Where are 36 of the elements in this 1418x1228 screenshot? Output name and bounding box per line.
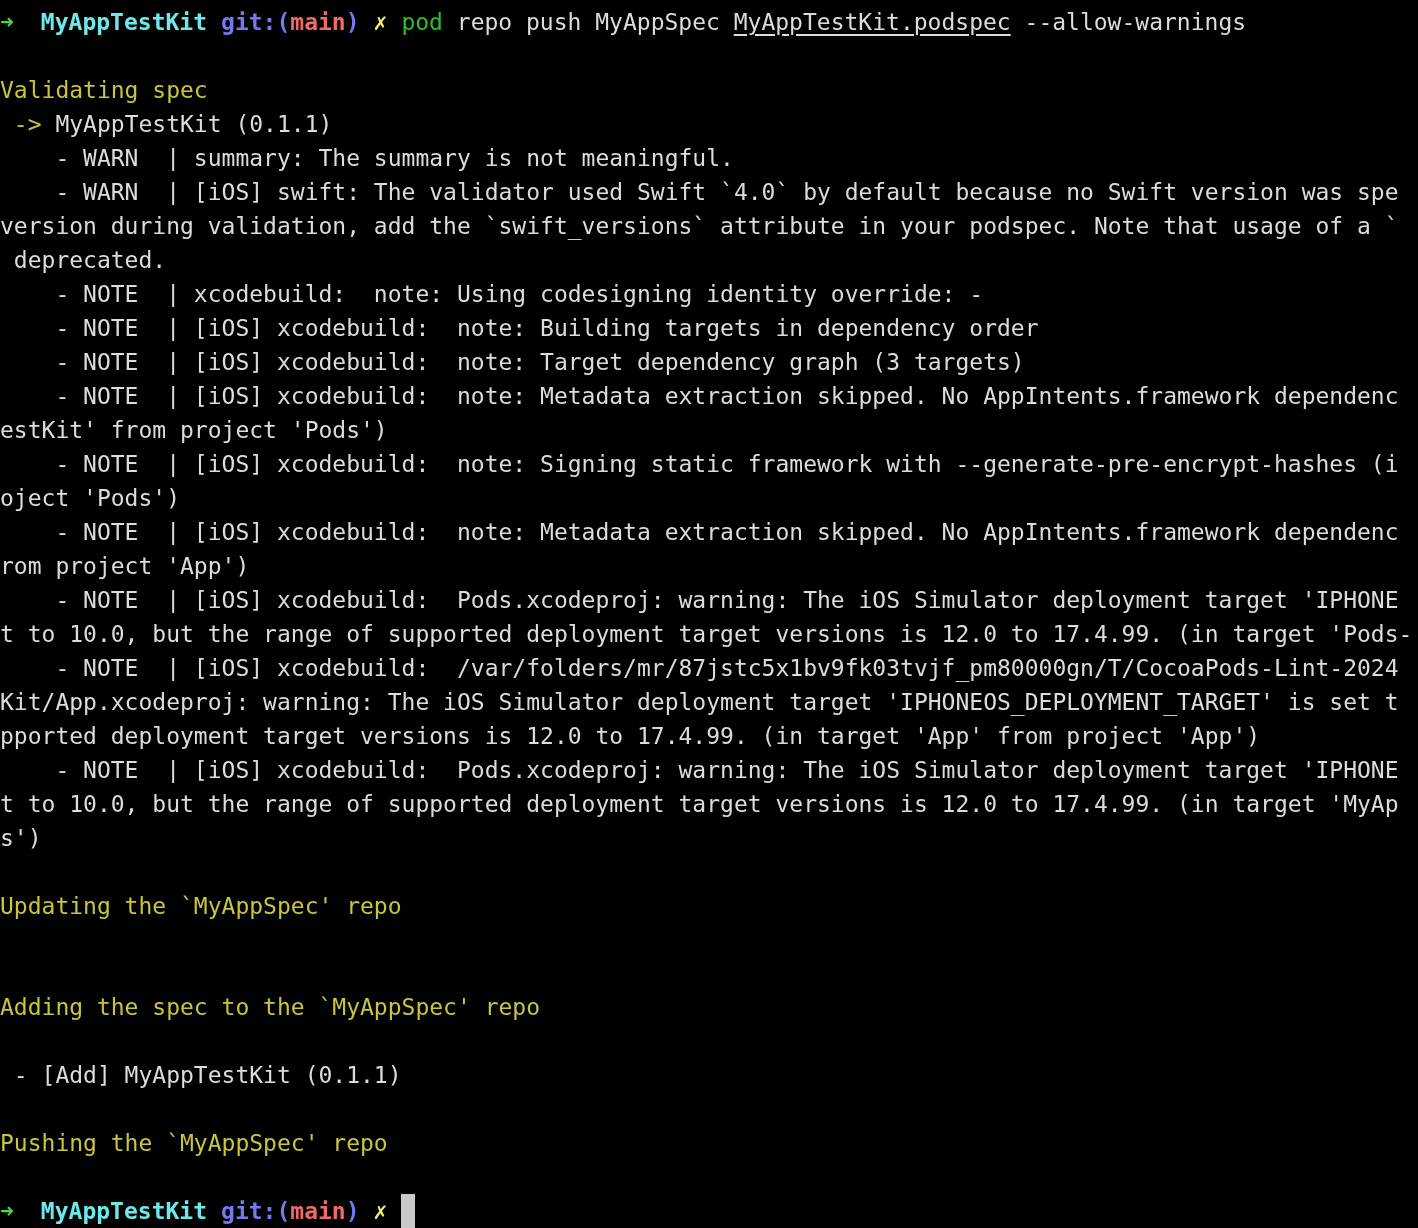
output-line: - NOTE | [iOS] xcodebuild: /var/folders/mr/87jstc5x1bv9fk03tvjf_pm80000gn/T/CocoaPods-Lint-2024: [54, 653, 1399, 684]
output-line: - NOTE | xcodebuild: note: Using codesigning identity override: -: [54, 279, 984, 309]
output-line: - [Add] MyAppTestKit (0.1.1): [12, 1061, 402, 1091]
output-line: s'): [0, 823, 42, 853]
output-line: Updating the `MyAppSpec' repo: [0, 891, 402, 921]
output-line: oject 'Pods'): [0, 483, 180, 513]
dirty-mark: ✗: [373, 8, 388, 37]
output-line: - NOTE | [iOS] xcodebuild: note: Metadata extraction skipped. No AppIntents.framework dependenc: [54, 381, 1399, 411]
prompt-arrow: ➜: [0, 8, 14, 37]
command-line: pod repo push MyAppSpec MyAppTestKit.podspec --allow-warnings: [401, 8, 1247, 37]
output-line: t to 10.0, but the range of supported deployment target versions is 12.0 to 17.4.99. (in target 'Pods-: [0, 619, 1413, 649]
output-line: - WARN | summary: The summary is not meaningful.: [54, 143, 734, 173]
directory-name: MyAppTestKit: [40, 1197, 208, 1226]
output-line: - NOTE | [iOS] xcodebuild: note: Building targets in dependency order: [54, 313, 1039, 343]
output-line: Adding the spec to the `MyAppSpec' repo: [0, 993, 541, 1023]
dirty-mark: ✗: [373, 1197, 388, 1226]
output-line: estKit' from project 'Pods'): [0, 415, 388, 445]
output-line: deprecated.: [12, 245, 167, 275]
git-branch: git:(main): [221, 8, 360, 37]
output-line: t to 10.0, but the range of supported deployment target versions is 12.0 to 17.4.99. (in target 'MyAp: [0, 789, 1399, 819]
output-line: - NOTE | [iOS] xcodebuild: Pods.xcodeproj: warning: The iOS Simulator deployment target 'IPHONE: [54, 585, 1399, 615]
output-line: -> MyAppTestKit (0.1.1): [12, 109, 333, 139]
output-line: - NOTE | [iOS] xcodebuild: Pods.xcodeproj: warning: The iOS Simulator deployment target 'IPHONE: [54, 755, 1399, 785]
directory-name: MyAppTestKit: [40, 8, 208, 37]
output-line: - NOTE | [iOS] xcodebuild: note: Target dependency graph (3 targets): [54, 347, 1025, 377]
prompt-arrow: ➜: [0, 1197, 14, 1226]
output-line: - WARN | [iOS] swift: The validator used Swift `4.0` by default because no Swift version was spe: [54, 177, 1399, 207]
output-line: Validating spec: [0, 75, 208, 105]
output-line: pported deployment target versions is 12.0 to 17.4.99. (in target 'App' from project 'App'): [0, 721, 1261, 751]
git-branch: git:(main): [221, 1197, 360, 1226]
output-line: - NOTE | [iOS] xcodebuild: note: Metadata extraction skipped. No AppIntents.framework dependenc: [54, 517, 1399, 547]
output-line: rom project 'App'): [0, 551, 250, 581]
output-line: Kit/App.xcodeproj: warning: The iOS Simulator deployment target 'IPHONEOS_DEPLOYMENT_TARGET' is set t: [0, 687, 1399, 718]
output-line: - NOTE | [iOS] xcodebuild: note: Signing static framework with --generate-pre-encrypt-hashes (i: [54, 449, 1399, 479]
output-line: Pushing the `MyAppSpec' repo: [0, 1129, 388, 1159]
output-line: version during validation, add the `swift_versions` attribute in your podspec. Note that usage of a `: [0, 211, 1399, 242]
